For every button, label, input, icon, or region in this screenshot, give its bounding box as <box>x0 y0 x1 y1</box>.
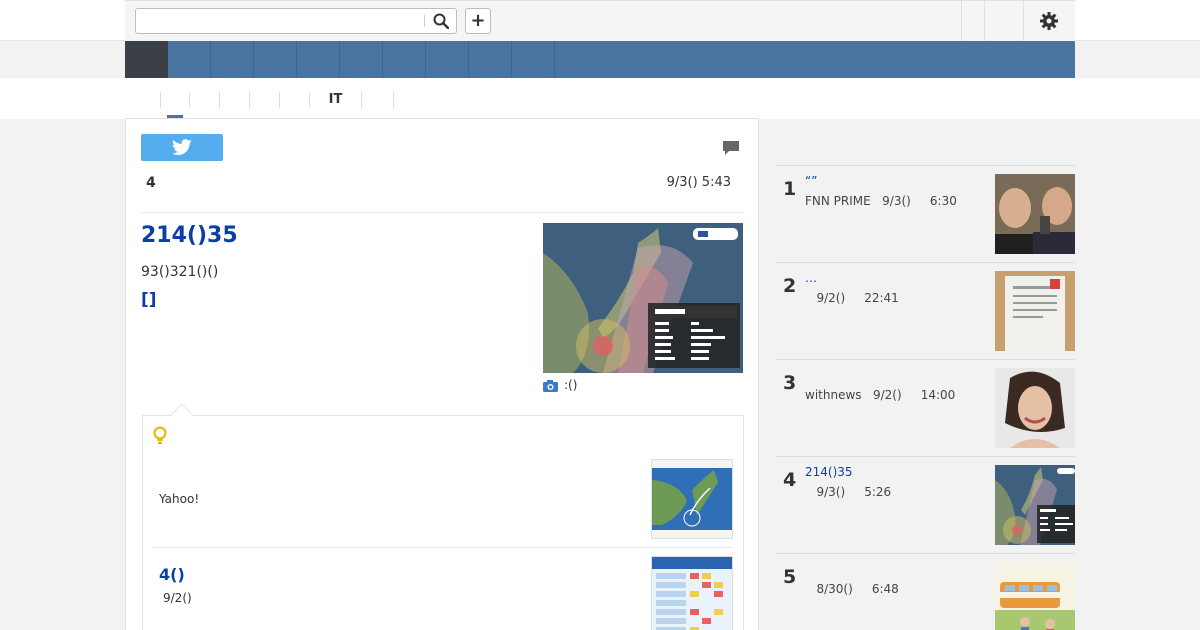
top-toolbar: + <box>125 0 1075 41</box>
nav-item[interactable] <box>469 41 512 78</box>
article-card: 4 9/3() 5:43 214()35 93()321()() []:() … <box>125 118 759 630</box>
nav-item[interactable] <box>426 41 469 78</box>
subtab-it[interactable]: IT <box>310 92 362 108</box>
divider <box>141 212 743 213</box>
rank-title[interactable]: 214()35 <box>805 465 853 479</box>
ranking-item[interactable]: 5 8/30() 6:48 <box>775 553 1075 630</box>
toolbar-divider <box>1023 1 1024 41</box>
rank-meta: withnews 9/2() 14:00 <box>805 388 956 402</box>
search-divider <box>424 15 425 27</box>
rank-thumbnail[interactable] <box>995 562 1075 630</box>
rank-number: 5 <box>783 566 797 588</box>
nav-item-top[interactable] <box>125 41 168 78</box>
rank-number: 4 <box>783 469 797 491</box>
related-item-date: 9/2() <box>163 591 192 605</box>
subtab[interactable] <box>190 92 220 108</box>
search-icon <box>433 13 449 29</box>
subtab[interactable] <box>160 92 190 108</box>
related-box: Yahoo! 4() 9/2() <box>142 415 744 630</box>
subtab[interactable] <box>362 92 394 108</box>
rank-thumbnail[interactable] <box>995 271 1075 351</box>
article-link[interactable]: [] <box>141 290 157 310</box>
twitter-share-button[interactable] <box>141 134 223 161</box>
ranking-item[interactable]: 1 “” FNN PRIME 9/3() 6:30 <box>775 165 1075 262</box>
article-summary: 93()321()() <box>141 264 219 280</box>
rank-number: 3 <box>783 372 797 394</box>
nav-item[interactable] <box>211 41 254 78</box>
subtab[interactable] <box>280 92 310 108</box>
rank-meta: 9/3() 5:26 <box>805 485 892 499</box>
ranking-item[interactable]: 3 withnews 9/2() 14:00 <box>775 359 1075 456</box>
article-title[interactable]: 214()35 <box>141 223 238 248</box>
ranking-item[interactable]: 2 … 9/2() 22:41 <box>775 262 1075 359</box>
search-box <box>135 8 457 34</box>
sub-tabs: IT <box>0 78 1200 119</box>
nav-item[interactable] <box>168 41 211 78</box>
nav-item[interactable] <box>254 41 297 78</box>
rank-number: 2 <box>783 275 797 297</box>
related-item-text[interactable]: Yahoo! <box>159 492 199 506</box>
category-nav <box>125 41 1075 78</box>
photo-caption: :() <box>564 378 578 392</box>
comment-count: 4 <box>146 175 156 191</box>
rank-meta: 9/2() 22:41 <box>805 291 899 305</box>
rank-number: 1 <box>783 178 797 200</box>
twitter-icon <box>172 139 192 155</box>
toolbar-divider <box>961 1 962 41</box>
nav-item[interactable] <box>297 41 340 78</box>
divider <box>153 547 733 548</box>
camera-icon <box>543 380 558 392</box>
top-bar: + <box>0 0 1200 41</box>
ranking-item[interactable]: 4 214()35 9/3() 5:26 <box>775 456 1075 553</box>
toolbar-divider <box>984 1 985 41</box>
lightbulb-icon <box>153 426 167 444</box>
subtab[interactable] <box>220 92 250 108</box>
rank-thumbnail[interactable] <box>995 465 1075 545</box>
search-input[interactable] <box>136 9 426 33</box>
rank-title[interactable]: … <box>805 271 817 285</box>
nav-item[interactable] <box>383 41 426 78</box>
rank-thumbnail[interactable] <box>995 174 1075 254</box>
rank-title[interactable]: “” <box>805 174 817 188</box>
search-button[interactable] <box>428 10 454 32</box>
gear-icon[interactable] <box>1039 11 1059 31</box>
article-photo[interactable] <box>543 223 743 373</box>
related-item-title[interactable]: 4() <box>159 565 185 584</box>
add-button[interactable]: + <box>465 8 491 34</box>
related-item-thumbnail[interactable] <box>651 459 733 539</box>
comment-icon[interactable] <box>722 140 740 156</box>
related-item-thumbnail[interactable] <box>651 556 733 630</box>
nav-item[interactable] <box>340 41 383 78</box>
rank-meta: FNN PRIME 9/3() 6:30 <box>805 194 957 208</box>
rank-meta: 8/30() 6:48 <box>805 582 899 596</box>
rank-thumbnail[interactable] <box>995 368 1075 448</box>
nav-item[interactable] <box>512 41 555 78</box>
subtab[interactable] <box>250 92 280 108</box>
article-date: 9/3() 5:43 <box>666 175 731 190</box>
